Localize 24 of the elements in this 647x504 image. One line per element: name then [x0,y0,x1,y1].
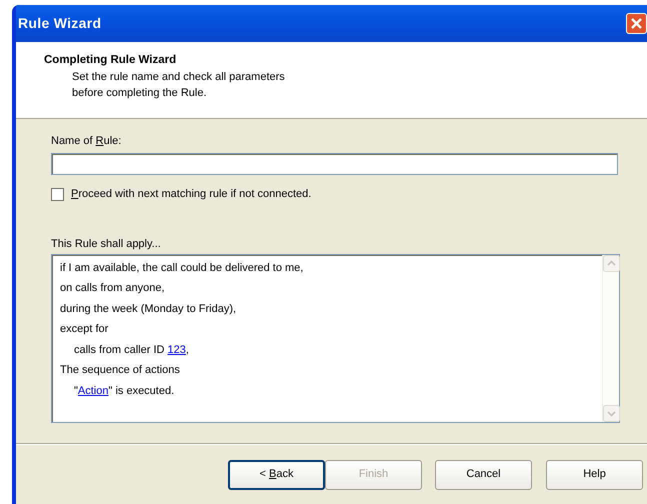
rule-link[interactable]: 123 [168,344,186,356]
rule-link[interactable]: Action [78,384,108,396]
rule-line: if I am available, the call could be delivered to me, [60,260,304,276]
rule-line: The sequence of actions [60,363,180,378]
scroll-up-icon[interactable] [603,254,620,272]
wizard-subtitle: Set the rule name and check all parameters [72,70,285,86]
close-icon [630,17,643,30]
rule-line: except for [60,322,108,337]
wizard-subtitle: before completing the Rule. [72,86,207,102]
wizard-button[interactable]: Cancel [435,460,532,490]
section-label: This Rule shall apply... [51,236,162,252]
rule-name-field[interactable] [51,153,618,175]
rule-line: calls from caller ID 123, [73,342,189,358]
rule-line: "Action" is executed. [73,384,174,398]
close-button[interactable] [626,13,647,34]
checkbox-label[interactable]: Proceed with next matching rule if not connected. [71,186,312,202]
window-title: Rule Wizard [18,14,102,33]
field-label: Name of Rule: [51,134,122,149]
rule-line: during the week (Monday to Friday), [60,302,236,316]
wizard-button[interactable]: Help [546,460,643,490]
checkbox[interactable] [51,188,64,201]
wizard-title: Completing Rule Wizard [44,53,178,68]
wizard-button[interactable]: < Back [228,460,325,490]
rule-line: on calls from anyone, [60,281,165,296]
